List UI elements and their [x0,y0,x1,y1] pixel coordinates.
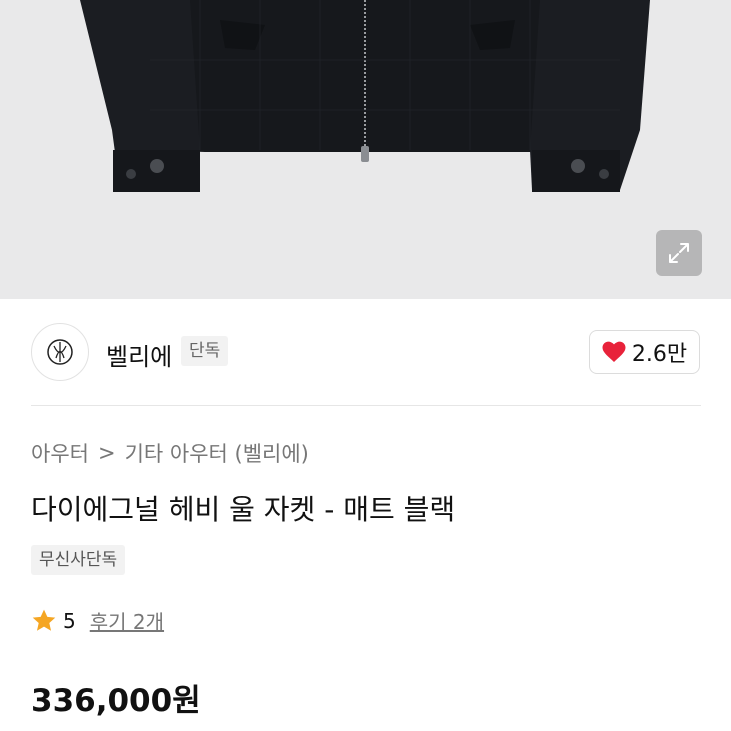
jacket-photo [80,0,650,192]
brand-row: 벨리에 단독 2.6만 [0,299,731,405]
breadcrumb: 아우터 > 기타 아우터 (벨리에) [31,438,309,468]
price: 336,000원 [31,683,201,719]
review-link[interactable]: 후기 2개 [90,606,164,635]
divider [31,405,701,406]
brand-logo[interactable] [31,323,89,381]
breadcrumb-category[interactable]: 아우터 [31,438,89,468]
like-button[interactable]: 2.6만 [589,330,700,374]
zoom-button[interactable] [656,230,702,276]
product-image[interactable] [0,0,731,299]
brand-name[interactable]: 벨리에 [106,337,172,372]
exclusive-tag: 무신사단독 [31,545,126,575]
breadcrumb-subcategory[interactable]: 기타 아우터 (벨리에) [125,438,309,468]
brand-exclusive-badge: 단독 [181,336,229,366]
rating-score: 5 [63,608,76,633]
product-title: 다이에그널 헤비 울 자켓 - 매트 블랙 [31,493,456,526]
heart-icon [602,341,626,362]
like-count: 2.6만 [631,342,688,367]
expand-icon [669,243,689,263]
star-icon [32,609,56,631]
rating-row: 5 후기 2개 [31,606,164,635]
brand-logo-icon [47,339,73,365]
breadcrumb-separator: > [97,441,116,465]
